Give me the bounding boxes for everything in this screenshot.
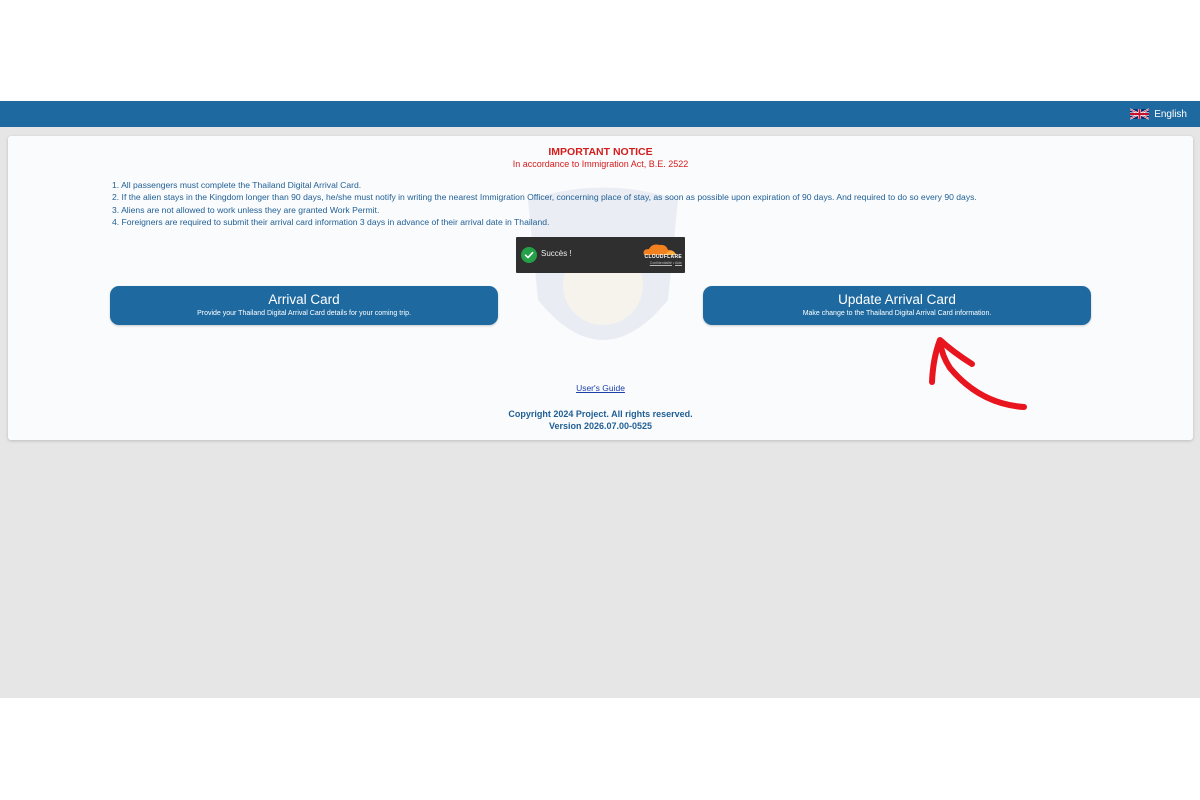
bottom-whitespace [0,698,1200,800]
notice-item: 1. All passengers must complete the Thai… [112,180,362,190]
notice-subtitle: In accordance to Immigration Act, B.E. 2… [512,159,689,169]
version-text: Version 2026.07.00-0525 [548,421,653,431]
notice-item: 3. Aliens are not allowed to work unless… [112,204,380,215]
top-whitespace [0,0,1200,101]
notice-list: 1. All passengers must complete the Thai… [112,179,977,228]
arrival-card-button[interactable]: Arrival Card Provide your Thailand Digit… [110,286,498,325]
notice-item: 2. If the alien stays in the Kingdom lon… [112,192,977,203]
red-arrow-annotation [929,337,1027,410]
arrival-card-title: Arrival Card [268,292,340,307]
update-arrival-card-subtitle: Make change to the Thailand Digital Arri… [802,310,992,317]
language-selector[interactable]: English [1130,105,1187,123]
check-circle-icon [521,247,537,263]
update-arrival-card-title: Update Arrival Card [838,292,956,307]
language-label: English [1154,108,1187,120]
cloudflare-brand-text: CLOUDFLARE [644,254,682,260]
notice-title: IMPORTANT NOTICE [548,146,653,158]
uk-flag-icon [1130,108,1150,120]
notice-item: 4. Foreigners are required to submit the… [112,216,550,227]
update-arrival-card-button[interactable]: Update Arrival Card Make change to the T… [703,286,1091,325]
top-navigation-bar: English [0,101,1200,127]
arrival-card-subtitle: Provide your Thailand Digital Arrival Ca… [197,310,411,317]
cloudflare-turnstile-widget[interactable]: Succès ! CLOUDFLARE Confidentialité • Ai… [516,237,685,273]
users-guide-link[interactable]: User's Guide [576,383,625,393]
captcha-links: Confidentialité • Aide [628,261,682,265]
captcha-status: Succès ! [541,249,572,258]
help-link[interactable]: Aide [675,261,682,265]
privacy-link[interactable]: Confidentialité [650,261,672,265]
